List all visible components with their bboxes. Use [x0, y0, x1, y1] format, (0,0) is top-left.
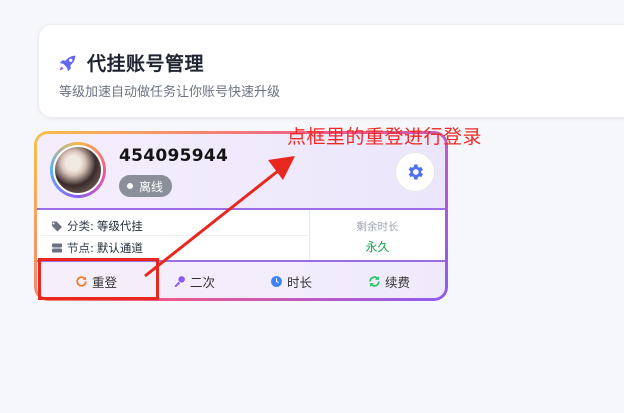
renew-icon — [369, 276, 380, 287]
category-row: 分类: 等级代挂 — [51, 218, 143, 234]
header-card: 代挂账号管理 等级加速自动做任务让你账号快速升级 — [38, 24, 624, 118]
duration-label: 时长 — [287, 275, 313, 290]
highlight-box — [38, 258, 159, 300]
header-title-row: 代挂账号管理 — [57, 49, 204, 76]
clock-icon — [271, 276, 282, 287]
renew-button[interactable]: 续费 — [368, 272, 410, 291]
status-badge: 离线 — [119, 175, 173, 197]
key-icon — [174, 276, 185, 287]
status-dot-icon — [127, 183, 133, 189]
account-id: 454095944 — [119, 146, 229, 166]
account-info: 分类: 等级代挂 节点: 默认通道 剩余时长 永久 — [37, 210, 445, 260]
row-divider — [41, 235, 309, 236]
renew-label: 续费 — [385, 275, 411, 290]
node-label: 节点: — [67, 241, 94, 255]
gear-icon — [408, 164, 423, 180]
settings-button[interactable] — [395, 152, 435, 192]
category-value: 等级代挂 — [96, 219, 143, 233]
node-value: 默认通道 — [96, 241, 143, 255]
second-verify-button[interactable]: 二次 — [173, 272, 215, 291]
second-label: 二次 — [190, 275, 216, 290]
remaining-label: 剩余时长 — [356, 221, 399, 233]
server-icon — [52, 243, 62, 253]
page-subtitle: 等级加速自动做任务让你账号快速升级 — [59, 85, 281, 100]
annotation-text: 点框里的重登进行登录 — [287, 126, 483, 148]
duration-button[interactable]: 时长 — [270, 272, 312, 291]
category-label: 分类: — [67, 219, 94, 233]
tag-icon — [52, 221, 62, 232]
rocket-icon — [59, 55, 76, 71]
status-label: 离线 — [139, 179, 164, 194]
avatar — [50, 142, 106, 198]
page-title: 代挂账号管理 — [87, 53, 205, 75]
node-row: 节点: 默认通道 — [51, 240, 143, 256]
remaining-value: 永久 — [365, 240, 390, 254]
avatar-image — [53, 145, 103, 195]
